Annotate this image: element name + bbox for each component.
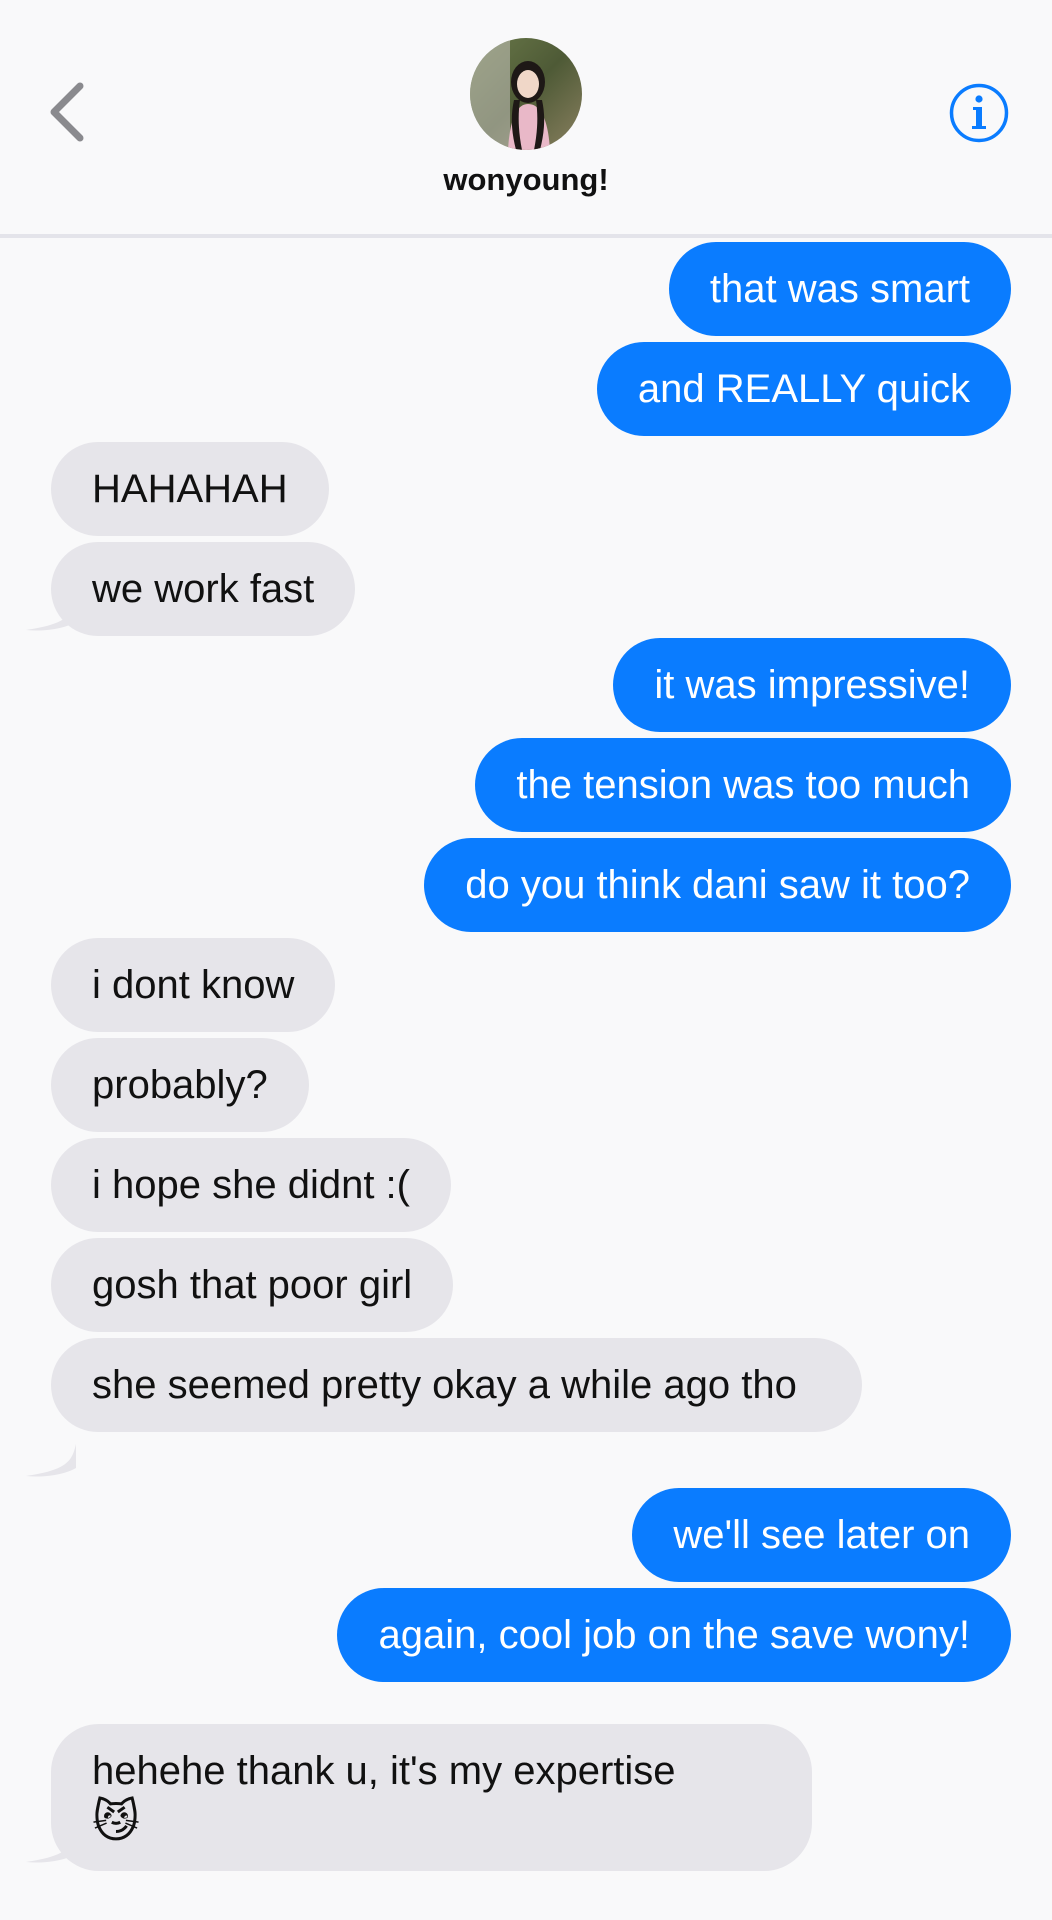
- message-text: hehehe thank u, it's my expertise: [92, 1749, 676, 1793]
- received-message[interactable]: HAHAHAH: [51, 442, 329, 536]
- received-message[interactable]: we work fast: [51, 542, 356, 636]
- sent-message[interactable]: do you think dani saw it too?: [424, 838, 1011, 932]
- info-button[interactable]: [948, 82, 1010, 144]
- sent-message[interactable]: we'll see later on: [632, 1488, 1011, 1582]
- received-message[interactable]: gosh that poor girl: [51, 1238, 454, 1332]
- sent-message[interactable]: the tension was too much: [475, 738, 1011, 832]
- info-icon: [949, 83, 1009, 143]
- sent-message[interactable]: again, cool job on the save wony!: [337, 1588, 1011, 1682]
- received-message[interactable]: i dont know: [51, 938, 336, 1032]
- received-message[interactable]: she seemed pretty okay a while ago tho: [51, 1338, 862, 1432]
- message-thread[interactable]: that was smart and REALLY quick HAHAHAH …: [0, 238, 1052, 1920]
- bubble-tail: [26, 1830, 76, 1863]
- back-button[interactable]: [44, 80, 94, 144]
- sent-message[interactable]: that was smart: [668, 242, 1011, 336]
- sent-message[interactable]: it was impressive!: [613, 638, 1011, 732]
- sent-message[interactable]: and REALLY quick: [596, 342, 1011, 436]
- smirking-cat-emoji: 😼: [92, 1794, 140, 1848]
- conversation-header: wonyoung!: [0, 0, 1052, 238]
- contact-name[interactable]: wonyoung!: [0, 162, 1052, 198]
- avatar[interactable]: [470, 38, 582, 150]
- received-message[interactable]: probably?: [51, 1038, 309, 1132]
- bubble-tail: [26, 598, 76, 631]
- received-message[interactable]: i hope she didnt :(: [51, 1138, 451, 1232]
- received-message[interactable]: hehehe thank u, it's my expertise 😼: [51, 1724, 812, 1871]
- bubble-tail: [26, 1444, 76, 1477]
- chevron-left-icon: [50, 82, 84, 142]
